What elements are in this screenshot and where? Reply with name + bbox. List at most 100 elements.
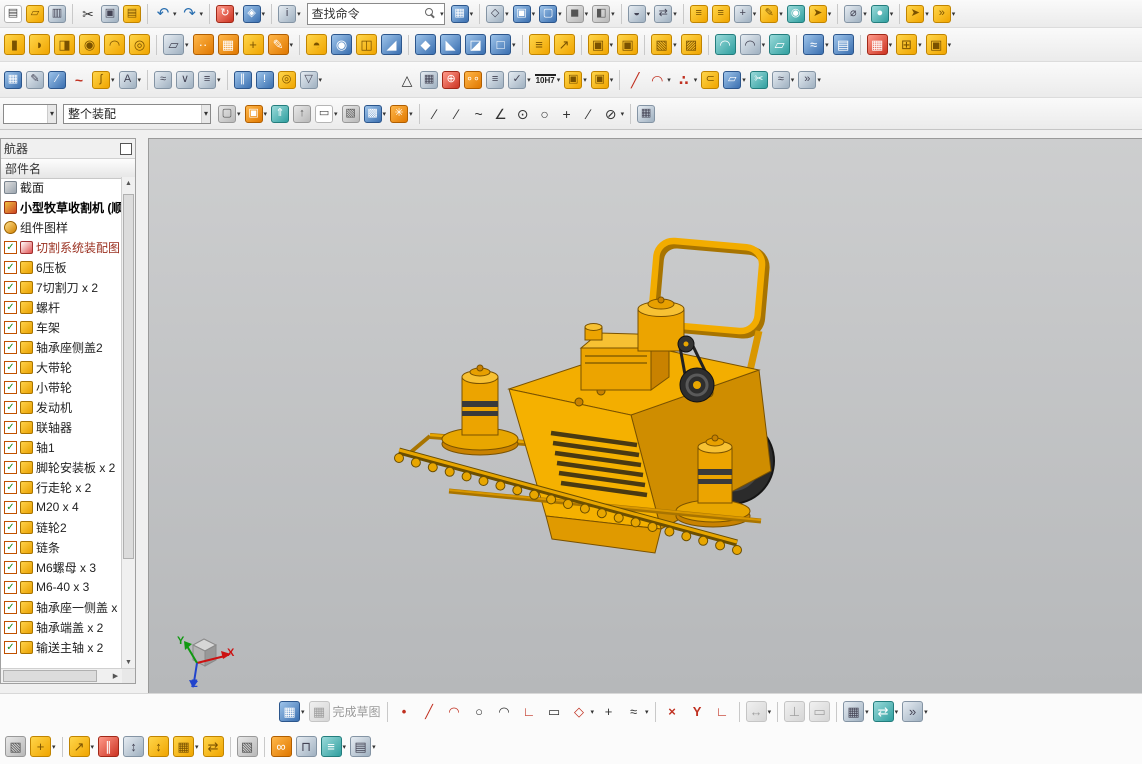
info-list-dropdown[interactable]: ▾ xyxy=(217,76,221,84)
scroll-up-icon[interactable]: ▲ xyxy=(122,177,135,190)
curve-analysis-button[interactable]: ≈ xyxy=(153,70,173,90)
sketch-more-dropdown[interactable]: ▾ xyxy=(924,708,928,716)
snap-angle-button[interactable]: ∠ xyxy=(491,104,511,124)
tree-item-checkbox[interactable]: ✓ xyxy=(4,480,17,494)
wave-link-button[interactable]: ≡ ▾ xyxy=(320,735,348,758)
repeat-command-dropdown[interactable]: ▾ xyxy=(235,10,239,18)
shaded-object-button[interactable]: ▩ ▾ xyxy=(363,104,388,124)
navigator-horizontal-scrollbar[interactable]: ▶ xyxy=(1,668,135,683)
unite-button[interactable]: + xyxy=(242,33,265,56)
snap-point-options-dropdown[interactable]: ▾ xyxy=(264,110,268,118)
arc-points-dropdown[interactable]: ▾ xyxy=(667,76,671,84)
pan-rotate-button[interactable]: ⇄ ▾ xyxy=(653,4,678,24)
task-sketch-button[interactable]: ▦ ▾ xyxy=(278,700,306,723)
pattern-component-button[interactable]: ▦ ▾ xyxy=(172,735,200,758)
fit-view-dropdown[interactable]: ▾ xyxy=(558,10,562,18)
table-tool-button[interactable]: ▦ xyxy=(419,70,439,90)
marquee-select-dropdown[interactable]: ▾ xyxy=(334,110,338,118)
sketch-grid-button[interactable]: ▦ xyxy=(3,70,23,90)
swept-button[interactable]: ◠ ▾ xyxy=(739,33,767,56)
ball-group-button[interactable]: ∘∘ xyxy=(463,70,483,90)
assembly-tree-item[interactable]: ✓ 螺杆 xyxy=(1,297,122,317)
tree-item-checkbox[interactable]: ✓ xyxy=(4,240,17,254)
mirror-curve-dropdown[interactable]: ▾ xyxy=(895,708,899,716)
tree-item-checkbox[interactable]: ✓ xyxy=(4,460,17,474)
more-commands-button[interactable]: » ▾ xyxy=(932,4,957,24)
draft-button[interactable]: ◢ xyxy=(380,33,403,56)
arc-button[interactable]: ◠ xyxy=(443,700,466,723)
more-shape-dropdown[interactable]: ▾ xyxy=(948,41,952,49)
mirror-curve-button[interactable]: ⇄ ▾ xyxy=(872,700,900,723)
tree-item-checkbox[interactable]: ✓ xyxy=(4,260,17,274)
pin-button[interactable]: ! xyxy=(255,70,275,90)
show-hide-dropdown[interactable]: ▾ xyxy=(647,10,651,18)
copy-button[interactable]: ▣ xyxy=(100,4,120,24)
check-mate-dropdown[interactable]: ▾ xyxy=(527,76,531,84)
filter-button[interactable]: ▽ ▾ xyxy=(299,70,324,90)
selection-scope-dropdown[interactable]: ▾ xyxy=(200,104,210,123)
add-component-button[interactable]: + ▾ xyxy=(29,735,57,758)
isometric-box-button[interactable]: ▧ xyxy=(236,735,259,758)
assembly-tree-item[interactable]: ✓ M6-40 x 3 xyxy=(1,577,122,597)
deviation-gauge-button[interactable]: ∨ xyxy=(175,70,195,90)
extrude-button[interactable]: ◨ xyxy=(53,33,76,56)
scroll-right-icon[interactable]: ▶ xyxy=(109,670,122,683)
trim-curve-button[interactable]: ✂ xyxy=(749,70,769,90)
highlight-dropdown[interactable]: ▾ xyxy=(409,110,413,118)
shell-dropdown[interactable]: ▾ xyxy=(512,41,516,49)
show-dof-button[interactable]: ↕ xyxy=(122,735,145,758)
pair-solids-dropdown[interactable]: ▾ xyxy=(583,76,587,84)
assembly-tree-item[interactable]: ✓ 发动机 xyxy=(1,397,122,417)
sketch-more-button[interactable]: » ▾ xyxy=(901,700,929,723)
tree-item-checkbox[interactable]: ✓ xyxy=(4,640,17,654)
redo-dropdown[interactable]: ▾ xyxy=(200,10,204,18)
undo-dropdown[interactable]: ▾ xyxy=(173,10,177,18)
chamfer-button[interactable]: ◣ xyxy=(439,33,462,56)
window-box-button[interactable]: ▧ xyxy=(4,735,27,758)
new-file-button[interactable]: ▤ xyxy=(3,4,23,24)
sweep-button[interactable]: ◠ xyxy=(103,33,126,56)
command-finder-dropdown[interactable]: ▾ xyxy=(297,10,301,18)
point-set-button[interactable]: ·· xyxy=(192,33,215,56)
selection-scope-combo[interactable]: 整个装配 ▾ xyxy=(63,103,211,124)
tree-item-checkbox[interactable]: ✓ xyxy=(4,520,17,534)
tree-item-checkbox[interactable]: ✓ xyxy=(4,600,17,614)
scroll-thumb[interactable] xyxy=(123,194,134,560)
render-style-button[interactable]: ◼ ▾ xyxy=(565,4,590,24)
interpart-dropdown[interactable]: ▾ xyxy=(372,743,376,751)
shell-button[interactable]: □ ▾ xyxy=(489,33,517,56)
more-feature-button[interactable]: ▣ ▾ xyxy=(587,33,615,56)
view-section-button[interactable]: ▣ ▾ xyxy=(512,4,537,24)
tolerance-10h7-dropdown[interactable]: ▾ xyxy=(557,76,561,84)
move-component-dropdown[interactable]: ▾ xyxy=(91,743,95,751)
task-sketch-dropdown[interactable]: ▾ xyxy=(301,708,305,716)
paste-button[interactable]: ▤ xyxy=(122,4,142,24)
offset-sketch-curve-button[interactable]: ≈ ▾ xyxy=(622,700,650,723)
point-plus-button[interactable]: + xyxy=(597,700,620,723)
navigator-column-header[interactable]: 部件名 xyxy=(1,159,135,179)
chain-link-button[interactable]: ∞ xyxy=(270,735,293,758)
snap-point-button[interactable]: + xyxy=(557,104,577,124)
part-family-button[interactable]: ≡ xyxy=(711,4,731,24)
hole-button[interactable]: ◉ xyxy=(330,33,353,56)
assembly-tree-item[interactable]: 组件图样 xyxy=(1,217,122,237)
tree-item-checkbox[interactable]: ✓ xyxy=(4,320,17,334)
assembly-tree-item[interactable]: ✓ 轴1 xyxy=(1,437,122,457)
assembly-tree-item[interactable]: ✓ 轴承端盖 x 2 xyxy=(1,617,122,637)
assembly-tree-item[interactable]: ✓ 车架 xyxy=(1,317,122,337)
tree-item-checkbox[interactable]: ✓ xyxy=(4,560,17,574)
tree-item-checkbox[interactable]: ✓ xyxy=(4,380,17,394)
sync-pull-face-button[interactable]: ▨ xyxy=(680,33,703,56)
tree-item-checkbox[interactable]: ✓ xyxy=(4,620,17,634)
tree-item-checkbox[interactable]: ✓ xyxy=(4,400,17,414)
tree-item-checkbox[interactable]: ✓ xyxy=(4,440,17,454)
arrange-button[interactable]: ➤ ▾ xyxy=(905,4,930,24)
sketch-point-button[interactable]: • xyxy=(393,700,416,723)
object-display-button[interactable]: ◉ xyxy=(786,4,806,24)
quick-extend-button[interactable]: Y xyxy=(686,700,709,723)
command-search-dropdown[interactable]: ▾ xyxy=(440,10,444,18)
graphics-viewport[interactable]: X Y Z xyxy=(148,138,1142,693)
sew-dropdown[interactable]: ▾ xyxy=(825,41,829,49)
target-point-button[interactable]: ⊕ xyxy=(441,70,461,90)
more-curve-button[interactable]: » ▾ xyxy=(797,70,822,90)
